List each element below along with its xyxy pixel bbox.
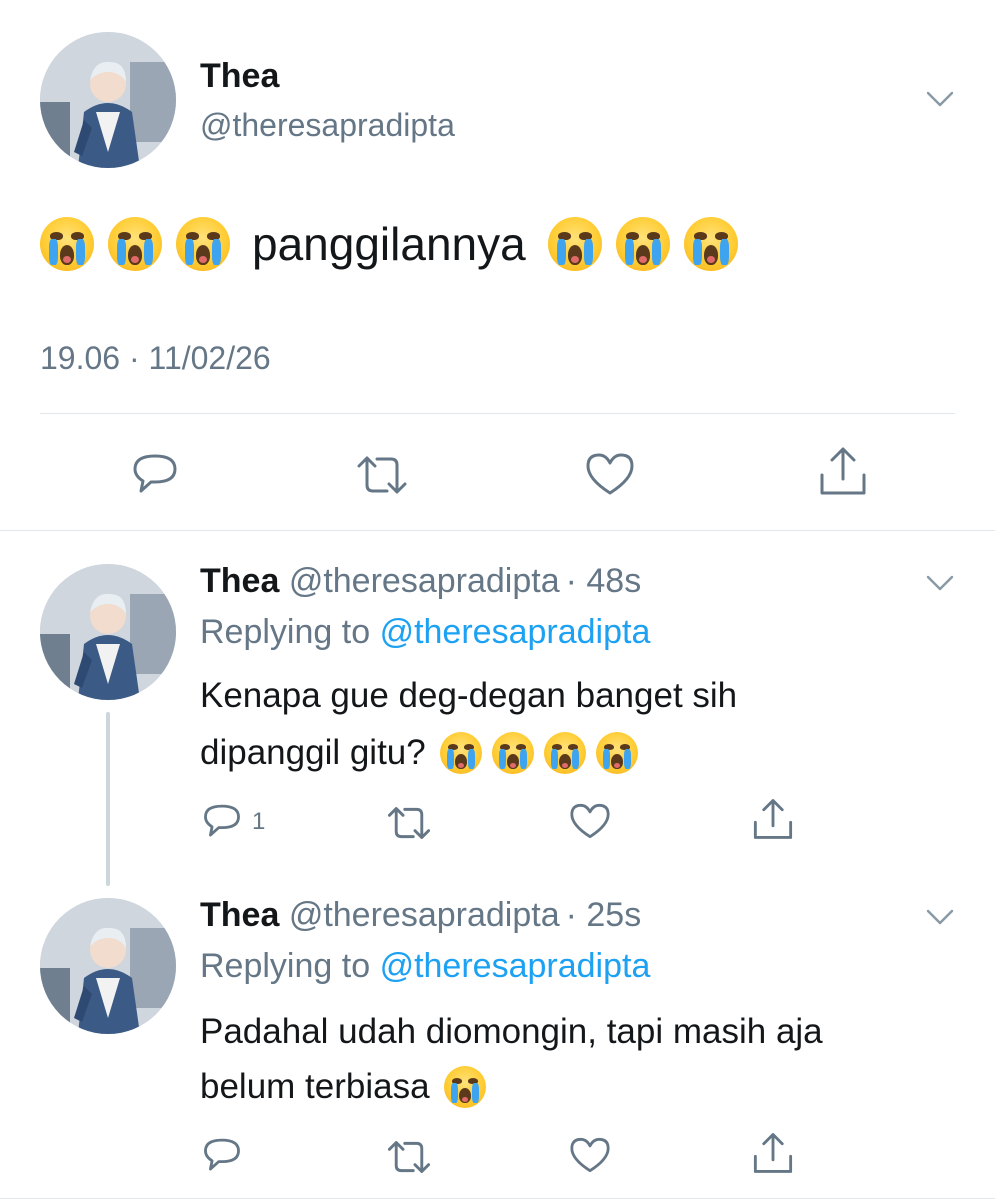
reply-button[interactable]: [202, 802, 242, 840]
avatar[interactable]: [40, 564, 176, 700]
loudly-crying-face-emoji: [40, 217, 94, 271]
loudly-crying-face-emoji: [683, 217, 738, 271]
share-button[interactable]: [818, 445, 868, 497]
retweet-button[interactable]: [386, 804, 432, 842]
handle[interactable]: @theresapradipta: [200, 107, 455, 144]
reply-bubble-icon: [133, 454, 177, 493]
display-name[interactable]: Thea: [200, 562, 279, 600]
reply-age: · 25s: [565, 896, 642, 934]
reply-bubble-icon: [204, 804, 240, 837]
loudly-crying-face-emoji: [176, 217, 230, 271]
replying-to-link[interactable]: @theresapradipta: [380, 947, 651, 985]
loudly-crying-face-emoji: [615, 217, 670, 271]
chevron-down-icon[interactable]: [926, 574, 954, 592]
display-name[interactable]: Thea: [200, 896, 279, 934]
share-button[interactable]: [752, 797, 794, 841]
divider: [0, 530, 995, 531]
avatar[interactable]: [40, 898, 176, 1034]
reply-bubble-icon: [204, 1138, 240, 1171]
avatar-photo: [40, 32, 176, 168]
retweet-icon: [387, 1141, 431, 1173]
reply-text-line1: Kenapa gue deg-degan banget sih: [200, 676, 738, 715]
replying-to-link[interactable]: @theresapradipta: [380, 613, 651, 651]
like-button[interactable]: [584, 451, 636, 497]
divider: [40, 413, 955, 414]
reply-count: 1: [252, 808, 266, 835]
loudly-crying-face-emoji: [543, 732, 586, 774]
like-button[interactable]: [568, 802, 612, 840]
replying-to-label: Replying to: [200, 947, 371, 985]
retweet-button[interactable]: [386, 1138, 432, 1176]
handle[interactable]: @theresapradipta: [289, 896, 560, 934]
share-icon: [753, 1133, 793, 1173]
avatar-photo: [40, 898, 176, 1034]
heart-icon: [570, 1137, 610, 1173]
reply-age: · 48s: [565, 562, 642, 600]
heart-icon: [570, 803, 610, 839]
avatar[interactable]: [40, 32, 176, 168]
retweet-icon: [357, 456, 407, 494]
divider: [0, 1198, 995, 1199]
loudly-crying-face-emoji: [443, 1066, 486, 1108]
handle[interactable]: @theresapradipta: [289, 562, 560, 600]
loudly-crying-face-emoji: [491, 732, 534, 774]
reply-button[interactable]: [131, 451, 179, 497]
reply-text-line1: Padahal udah diomongin, tapi masih aja: [200, 1012, 823, 1051]
display-name[interactable]: Thea: [200, 57, 279, 96]
replying-to: Replying to @theresapradipta: [200, 613, 650, 652]
reply-text-line2: dipanggil gitu?: [200, 728, 638, 778]
loudly-crying-face-emoji: [108, 217, 162, 271]
retweet-button[interactable]: [355, 453, 409, 497]
replying-to-label: Replying to: [200, 613, 371, 651]
loudly-crying-face-emoji: [439, 732, 482, 774]
loudly-crying-face-emoji: [547, 217, 602, 271]
chevron-down-icon[interactable]: [926, 90, 954, 108]
reply-body: dipanggil gitu?: [200, 733, 426, 772]
reply-header: Thea @theresapradipta · 25s: [200, 896, 641, 935]
reply-header: Thea @theresapradipta · 48s: [200, 562, 641, 601]
reply-text-line2: belum terbiasa: [200, 1062, 486, 1112]
share-icon: [820, 447, 866, 495]
timestamp[interactable]: 19.06 · 11/02/26: [40, 340, 271, 377]
replying-to: Replying to @theresapradipta: [200, 947, 650, 986]
reply-body: belum terbiasa: [200, 1067, 430, 1106]
chevron-down-icon[interactable]: [926, 908, 954, 926]
tweet-body: panggilannya: [252, 218, 526, 270]
like-button[interactable]: [568, 1136, 612, 1174]
loudly-crying-face-emoji: [595, 732, 638, 774]
share-icon: [753, 799, 793, 839]
reply-button[interactable]: [202, 1136, 242, 1174]
heart-icon: [586, 453, 634, 495]
avatar-photo: [40, 564, 176, 700]
tweet-text: panggilannya: [40, 212, 738, 276]
share-button[interactable]: [752, 1131, 794, 1175]
retweet-icon: [387, 807, 431, 839]
thread-line: [106, 712, 110, 886]
